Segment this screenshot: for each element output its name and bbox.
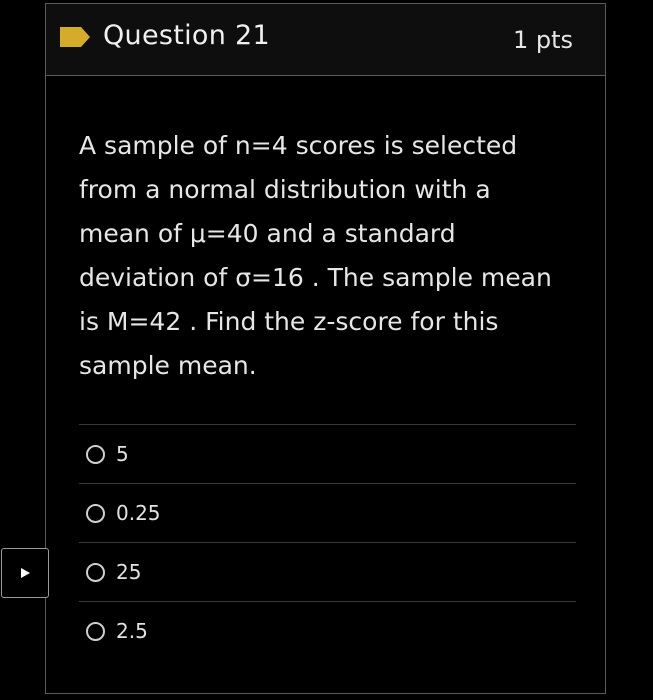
bookmark-flag-icon[interactable] <box>59 26 91 48</box>
radio-button[interactable] <box>86 562 105 582</box>
answer-option[interactable]: 0.25 <box>79 483 576 542</box>
answer-option[interactable]: 2.5 <box>79 601 576 660</box>
answer-label: 2.5 <box>116 619 148 643</box>
answer-option[interactable]: 25 <box>79 542 576 601</box>
question-card: Question 21 1 pts A sample of n=4 scores… <box>45 3 606 694</box>
question-points: 1 pts <box>512 26 573 54</box>
answer-option[interactable]: 5 <box>79 424 576 483</box>
answer-label: 5 <box>116 442 129 466</box>
radio-button[interactable] <box>86 503 105 523</box>
answer-list: 5 0.25 25 2.5 <box>79 424 576 660</box>
play-triangle-icon <box>21 568 30 578</box>
radio-button[interactable] <box>86 621 105 641</box>
answer-label: 25 <box>116 560 142 584</box>
side-play-button[interactable] <box>1 548 49 598</box>
question-title: Question 21 <box>103 20 271 51</box>
answer-label: 0.25 <box>116 501 161 525</box>
radio-button[interactable] <box>86 444 105 464</box>
question-text: A sample of n=4 scores is selected from … <box>79 131 552 380</box>
question-header: Question 21 1 pts <box>46 4 605 76</box>
